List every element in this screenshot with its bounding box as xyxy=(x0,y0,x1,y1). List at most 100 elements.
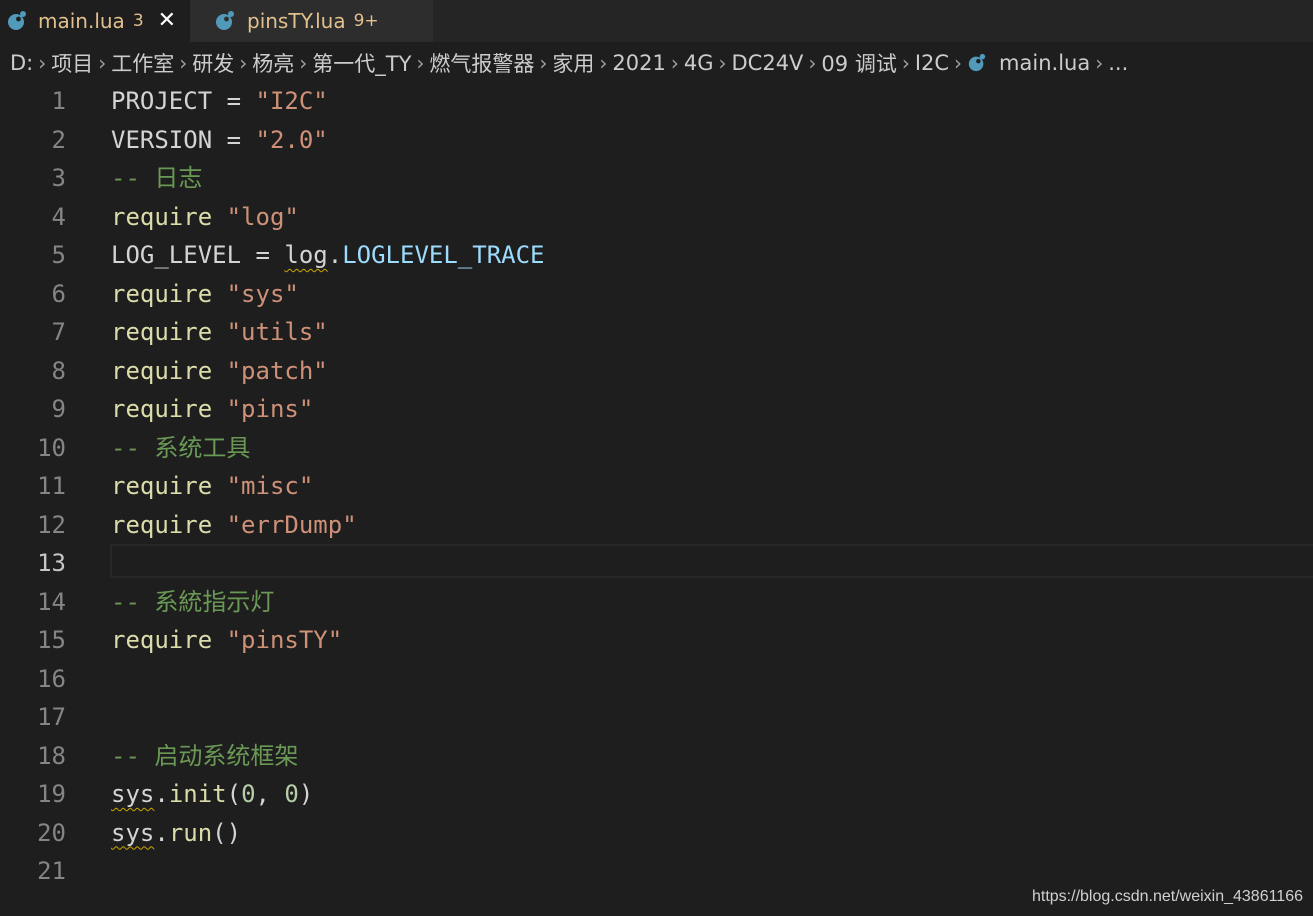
breadcrumb-item[interactable]: 项目 xyxy=(51,48,93,78)
close-icon[interactable]: ✕ xyxy=(158,10,176,32)
breadcrumb-more[interactable]: ... xyxy=(1108,51,1128,75)
line-number: 18 xyxy=(37,741,66,770)
breadcrumb-separator-icon: › xyxy=(179,51,188,75)
breadcrumb-separator-icon: › xyxy=(98,51,107,75)
code-content: require "pins" xyxy=(111,390,313,429)
code-line[interactable]: 3 -- 日志 xyxy=(0,159,1313,198)
line-number: 5 xyxy=(51,241,66,269)
editor-tab-bar: main.lua 3 ✕ pinsTY.lua 9+ xyxy=(0,0,1313,42)
code-line[interactable]: 14 -- 系統指示灯 xyxy=(0,583,1313,622)
code-token: . xyxy=(154,818,169,847)
breadcrumb-separator-icon: › xyxy=(954,51,963,75)
code-line[interactable]: 19 sys.init(0, 0) xyxy=(0,775,1313,814)
code-line[interactable]: 5 LOG_LEVEL = log.LOGLEVEL_TRACE xyxy=(0,236,1313,275)
code-content: require "log" xyxy=(111,198,299,237)
code-token: ) xyxy=(298,780,314,808)
string-literal: "sys" xyxy=(226,279,299,308)
tab-label: main.lua xyxy=(38,9,125,33)
breadcrumb-item[interactable]: D: xyxy=(10,51,33,75)
string-literal: "misc" xyxy=(226,472,314,500)
breadcrumb-item[interactable]: 研发 xyxy=(192,48,234,78)
line-number: 17 xyxy=(37,703,66,731)
code-line[interactable]: 13 xyxy=(0,544,1313,583)
code-line[interactable]: 20 sys.run() xyxy=(0,814,1313,853)
breadcrumb-item[interactable]: 工作室 xyxy=(111,48,174,78)
function-name: require xyxy=(111,318,213,346)
function-name: require xyxy=(111,395,213,423)
breadcrumb-item[interactable]: 4G xyxy=(684,51,714,75)
code-content: require "utils" xyxy=(111,313,328,352)
property-name: LOGLEVEL_TRACE xyxy=(342,241,545,269)
breadcrumb-item[interactable]: 09 调试 xyxy=(821,48,896,78)
breadcrumb-separator-icon: › xyxy=(599,51,608,75)
breadcrumb-item[interactable]: 2021 xyxy=(612,51,665,75)
breadcrumb-separator-icon: › xyxy=(38,51,47,75)
code-line[interactable]: 1 PROJECT = "I2C" xyxy=(0,82,1313,121)
breadcrumb-separator-icon: › xyxy=(901,51,910,75)
code-line[interactable]: 10 -- 系统工具 xyxy=(0,429,1313,468)
lua-file-icon xyxy=(968,53,986,72)
identifier-with-warning: sys xyxy=(111,780,155,808)
line-number: 7 xyxy=(51,318,66,346)
code-line[interactable]: 18 -- 启动系统框架 xyxy=(0,737,1313,776)
code-content: require "patch" xyxy=(111,352,328,391)
code-comment: -- 启动系统框架 xyxy=(111,741,299,770)
function-name: require xyxy=(111,356,213,385)
breadcrumb-item[interactable]: 杨亮 xyxy=(252,48,294,78)
breadcrumb-item[interactable]: I2C xyxy=(915,51,949,75)
code-content: require "errDump" xyxy=(111,506,357,545)
string-literal: "I2C" xyxy=(255,87,328,115)
code-token: LOG_LEVEL = xyxy=(111,241,285,269)
code-line[interactable]: 17 xyxy=(0,698,1313,737)
code-line[interactable]: 11 require "misc" xyxy=(0,467,1313,506)
line-number: 4 xyxy=(51,202,66,231)
code-line[interactable]: 8 require "patch" xyxy=(0,352,1313,391)
line-number: 16 xyxy=(37,664,66,693)
breadcrumb-file[interactable]: main.lua xyxy=(967,51,1090,75)
code-line[interactable]: 9 require "pins" xyxy=(0,390,1313,429)
code-content: LOG_LEVEL = log.LOGLEVEL_TRACE xyxy=(111,236,545,275)
breadcrumb-item[interactable]: DC24V xyxy=(732,51,804,75)
code-line[interactable]: 12 require "errDump" xyxy=(0,506,1313,545)
code-line[interactable]: 2 VERSION = "2.0" xyxy=(0,121,1313,160)
code-line[interactable]: 4 require "log" xyxy=(0,198,1313,237)
string-literal: "pins" xyxy=(226,395,314,423)
code-line[interactable]: 21 xyxy=(0,852,1313,891)
code-token: , xyxy=(255,780,285,808)
code-token: . xyxy=(327,241,343,269)
line-number: 1 xyxy=(51,87,66,115)
code-content: VERSION = "2.0" xyxy=(111,121,328,160)
breadcrumb-item[interactable]: 家用 xyxy=(552,48,594,78)
line-number: 11 xyxy=(37,472,66,500)
tab-main-lua[interactable]: main.lua 3 ✕ xyxy=(0,0,190,42)
code-comment: -- 系统工具 xyxy=(111,433,251,462)
line-number: 15 xyxy=(37,626,66,654)
line-number: 10 xyxy=(37,433,66,462)
tab-pinsty-lua[interactable]: pinsTY.lua 9+ xyxy=(190,0,433,42)
code-comment: -- 日志 xyxy=(111,164,203,192)
code-comment: -- 系統指示灯 xyxy=(111,587,275,616)
identifier-with-warning: sys xyxy=(111,818,155,847)
line-number: 20 xyxy=(37,818,66,847)
code-editor[interactable]: 1 PROJECT = "I2C" 2 VERSION = "2.0" 3 -- 日志 4 r… xyxy=(0,82,1313,916)
line-number: 8 xyxy=(51,356,66,385)
code-line[interactable]: 7 require "utils" xyxy=(0,313,1313,352)
code-token: PROJECT = xyxy=(111,87,256,115)
code-content: -- 日志 xyxy=(111,159,202,198)
code-token: . xyxy=(154,780,169,808)
breadcrumb-item[interactable]: 第一代_TY xyxy=(312,48,411,78)
code-line[interactable]: 6 require "sys" xyxy=(0,275,1313,314)
function-name: require xyxy=(111,202,213,231)
code-content: PROJECT = "I2C" xyxy=(111,82,328,121)
code-line[interactable]: 16 xyxy=(0,660,1313,699)
code-token: ( xyxy=(226,780,242,808)
code-line[interactable]: 15 require "pinsTY" xyxy=(0,621,1313,660)
breadcrumb-item[interactable]: 燃气报警器 xyxy=(429,48,534,78)
breadcrumb-separator-icon: › xyxy=(539,51,548,75)
watermark: https://blog.csdn.net/weixin_43861166 xyxy=(1031,888,1303,905)
string-literal: "log" xyxy=(226,202,299,231)
